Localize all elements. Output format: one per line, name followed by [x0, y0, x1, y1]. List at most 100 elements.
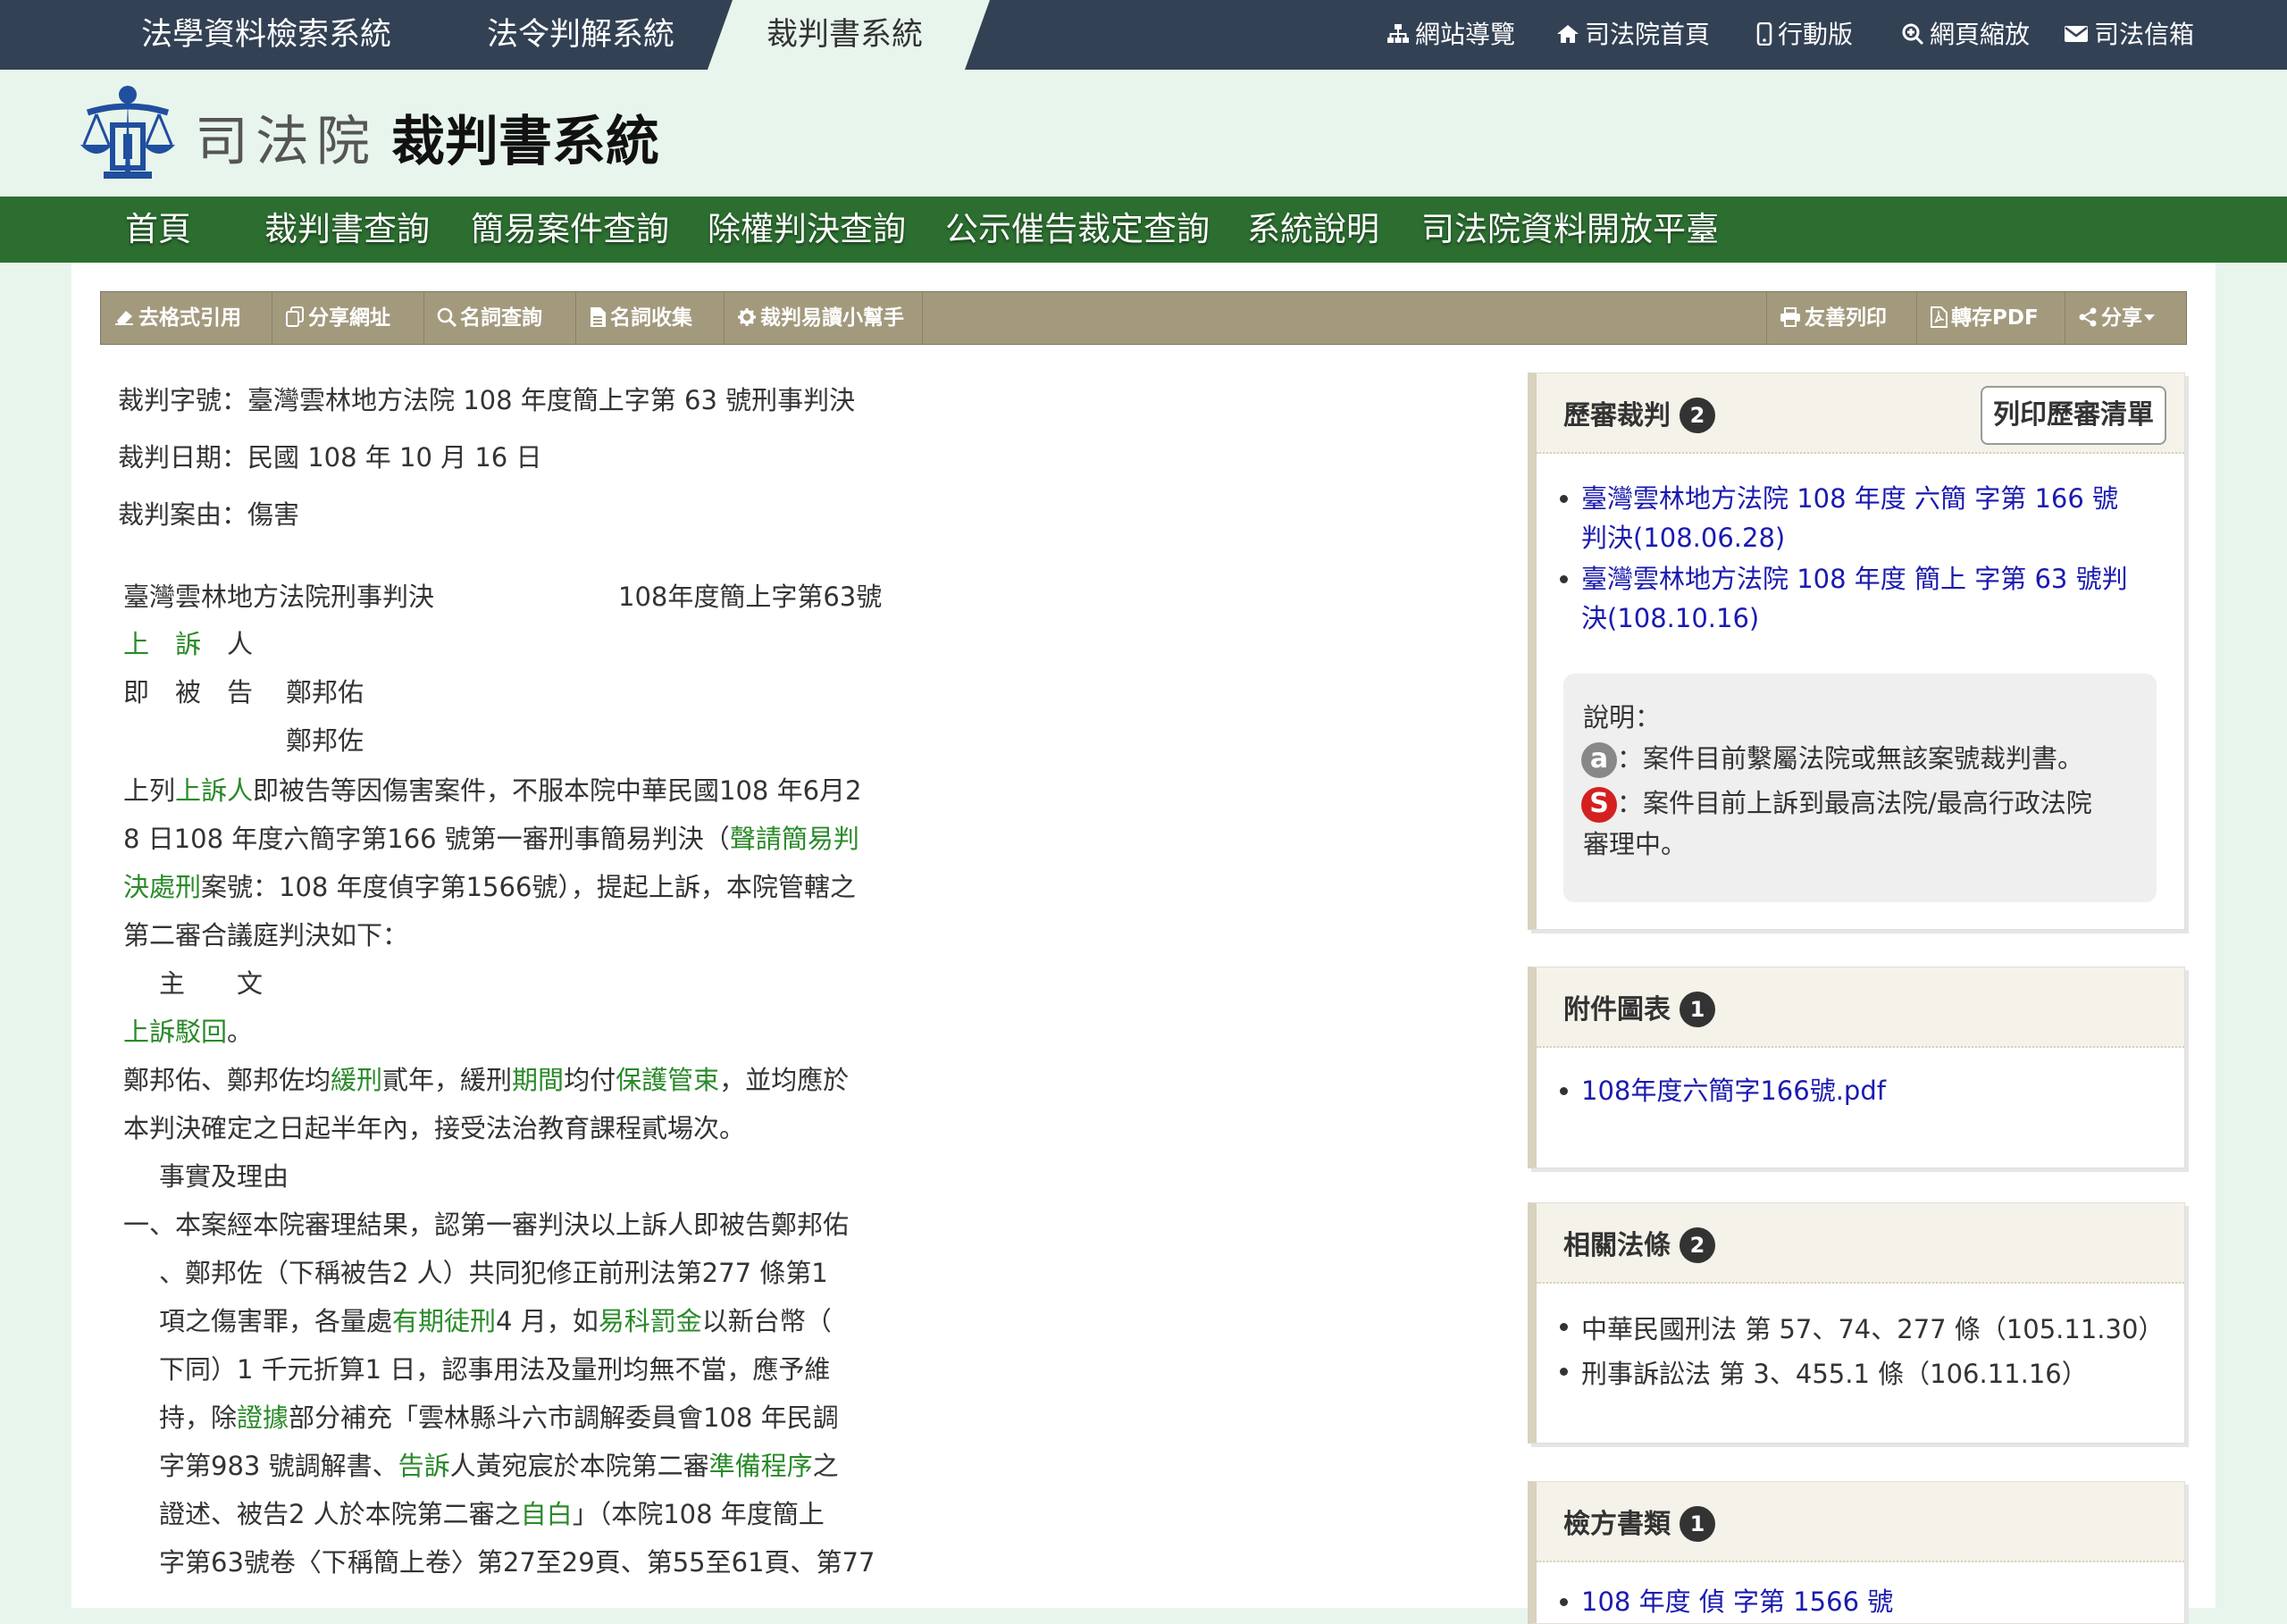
list-item[interactable]: 108年度六簡字166號.pdf [1537, 1071, 1886, 1110]
list-item[interactable]: 臺灣雲林地方法院 108 年度 六簡 字第 166 號判決(108.06.28) [1537, 479, 2162, 557]
term-fine-conversion[interactable]: 易科罰金 [599, 1306, 702, 1336]
related-laws-count-badge: 2 [1680, 1226, 1715, 1263]
facts-line-7: 證述、被告2 人於本院第二審之自白」（本院108 年度簡上 [159, 1496, 825, 1532]
tab-law-search[interactable]: 法學資料檢索系統 [141, 0, 391, 70]
body-line-1: 上列上訴人即被告等因傷害案件，不服本院中華民國108 年6月2 [123, 773, 862, 808]
indictment-link[interactable]: 108 年度 偵 字第 1566 號 [1581, 1586, 1893, 1617]
nav-system-help[interactable]: 系統說明 [1247, 197, 1379, 263]
ruling-line-3: 本判決確定之日起半年內，接受法治教育課程貳場次。 [123, 1113, 746, 1143]
judgment-cause: 裁判案由：傷害 [118, 499, 300, 530]
zoom-link[interactable]: 網頁縮放 [1901, 0, 2030, 70]
legend-s-line2: 審理中。 [1583, 829, 1688, 859]
text: 持，除 [159, 1402, 238, 1433]
related-laws-title: 相關法條 2 [1563, 1223, 1715, 1265]
attachments-card-header: 附件圖表 1 [1537, 967, 2184, 1048]
body-line-2: 8 日108 年度六簡字第166 號第一審刑事簡易判決（聲請簡易判 [123, 821, 859, 857]
term-preparatory-procedure[interactable]: 準備程序 [709, 1451, 813, 1481]
sitemap-link[interactable]: 網站導覽 [1386, 0, 1515, 70]
attachment-pdf-link[interactable]: 108年度六簡字166號.pdf [1581, 1076, 1886, 1106]
mobile-link[interactable]: 行動版 [1756, 0, 1853, 70]
term-complaint[interactable]: 告訴 [398, 1451, 450, 1481]
print-friendly-button[interactable]: 友善列印 [1766, 292, 1916, 344]
term-collect-button[interactable]: 名詞收集 [576, 292, 725, 344]
legend-note-box: 說明： a ：案件目前繫屬法院或無該案號裁判書。 S ：案件目前上訴到最高法院/最高… [1563, 674, 2157, 902]
history-title-text: 歷審裁判 [1563, 400, 1671, 431]
text: 臺灣雲林地方法院 108 年度 簡上 字第 63 號判 [1581, 564, 2128, 594]
law-criminal-procedure[interactable]: 刑事訴訟法 第 3、455.1 條（106.11.16） [1581, 1359, 2088, 1389]
text: ：案件目前繫屬法院或無該案號裁判書。 [1617, 743, 2084, 774]
term-summary-sentence[interactable]: 決處刑 [123, 872, 201, 902]
tab-judgments[interactable]: 裁判書系統 [767, 0, 923, 70]
nav-summary-case-search[interactable]: 簡易案件查詢 [471, 197, 669, 263]
term-confession[interactable]: 自白 [521, 1499, 573, 1529]
share-label: 分享 [2101, 306, 2142, 330]
list-item[interactable]: 中華民國刑法 第 57、74、277 條（105.11.30） [1537, 1307, 2164, 1352]
term-imprisonment[interactable]: 有期徒刑 [392, 1306, 496, 1336]
law-criminal-code[interactable]: 中華民國刑法 第 57、74、277 條（105.11.30） [1581, 1314, 2164, 1344]
term-appeal-dismissed[interactable]: 上訴駁回 [123, 1017, 227, 1047]
share-url-button[interactable]: 分享網址 [272, 292, 424, 344]
history-link-2[interactable]: 臺灣雲林地方法院 108 年度 簡上 字第 63 號判 決(108.10.16) [1581, 564, 2128, 633]
nav-open-data[interactable]: 司法院資料開放平臺 [1421, 197, 1719, 263]
prosecution-docs-list: 108 年度 偵 字第 1566 號 [1537, 1582, 1893, 1621]
judgment-number: 108年度簡上字第63號 [618, 582, 883, 612]
nav-exclusion-search[interactable]: 除權判決查詢 [708, 197, 906, 263]
term-appellant-inline[interactable]: 上訴人 [175, 775, 253, 806]
list-item[interactable]: 刑事訴訟法 第 3、455.1 條（106.11.16） [1537, 1352, 2164, 1396]
legend-s: S ：案件目前上訴到最高法院/最高行政法院 [1581, 783, 2092, 823]
prosecution-docs-card-header: 檢方書類 1 [1537, 1482, 2184, 1562]
history-title: 歷審裁判 2 [1563, 393, 1715, 435]
tab-regulations[interactable]: 法令判解系統 [487, 0, 674, 70]
facts-line-5: 持，除證據部分補充「雲林縣斗六市調解委員會108 年民調 [159, 1400, 839, 1436]
defendant-2: 鄭邦佐 [286, 725, 364, 756]
prosecution-docs-title: 檢方書類 1 [1563, 1502, 1715, 1544]
history-list: 臺灣雲林地方法院 108 年度 六簡 字第 166 號判決(108.06.28)… [1537, 479, 2162, 638]
share-icon [2079, 307, 2097, 326]
text: 字第983 號調解書、 [159, 1451, 398, 1481]
related-laws-title-text: 相關法條 [1563, 1230, 1671, 1261]
body-line-3: 決處刑案號：108 年度偵字第1566號），提起上訴，本院管轄之 [123, 869, 856, 905]
history-card: 歷審裁判 2 列印歷審清單 臺灣雲林地方法院 108 年度 六簡 字第 166 號… [1528, 373, 2185, 930]
legend-label: 說明： [1583, 702, 1662, 732]
caret-down-icon [2144, 314, 2155, 321]
nav-judgment-search[interactable]: 裁判書查詢 [264, 197, 430, 263]
facts-line-2: 、鄭邦佐（下稱被告2 人）共同犯修正前刑法第277 條第1 [159, 1258, 828, 1288]
text: 。 [227, 1017, 254, 1047]
body-line-4: 第二審合議庭判決如下： [123, 920, 409, 950]
facts-line-3: 項之傷害罪，各量處有期徒刑4 月，如易科罰金以新台幣（ [159, 1303, 832, 1339]
zoom-icon [1902, 23, 1924, 46]
eraser-icon [115, 310, 133, 325]
text: ，並均應於 [719, 1065, 850, 1095]
term-summary-request[interactable]: 聲請簡易判 [730, 824, 859, 854]
text: 部分補充「雲林縣斗六市調解委員會108 年民調 [289, 1402, 839, 1433]
ruling-line-1: 上訴駁回。 [123, 1014, 253, 1050]
share-dropdown-button[interactable]: 分享 [2065, 292, 2184, 344]
nav-public-notice-search[interactable]: 公示催告裁定查詢 [945, 197, 1210, 263]
list-item[interactable]: 108 年度 偵 字第 1566 號 [1537, 1582, 1893, 1621]
system-title: 裁判書系統 [391, 111, 659, 173]
term-protective-supervision[interactable]: 保護管束 [616, 1065, 719, 1095]
export-pdf-button[interactable]: 轉存PDF [1916, 292, 2065, 344]
judicial-home-label: 司法院首頁 [1585, 20, 1711, 49]
print-history-button[interactable]: 列印歷審清單 [1981, 386, 2166, 445]
plain-cite-button[interactable]: 去格式引用 [101, 292, 272, 344]
ruling-line-2: 鄭邦佑、鄭邦佐均緩刑貳年，緩刑期間均付保護管束，並均應於 [123, 1062, 849, 1098]
mail-link[interactable]: 司法信箱 [2064, 0, 2194, 70]
mail-icon [2065, 26, 2088, 42]
nav-home[interactable]: 首頁 [125, 197, 191, 263]
term-lookup-button[interactable]: 名詞查詢 [424, 292, 576, 344]
judicial-home-link[interactable]: 司法院首頁 [1556, 0, 1710, 70]
term-period[interactable]: 期間 [512, 1065, 564, 1095]
judicial-yuan-logo-icon[interactable] [79, 82, 177, 186]
term-probation[interactable]: 緩刑 [331, 1065, 382, 1095]
printer-icon [1780, 306, 1800, 327]
reading-helper-button[interactable]: 裁判易讀小幫手 [725, 292, 923, 344]
term-appellant[interactable]: 上 訴 [123, 629, 201, 659]
term-evidence[interactable]: 證據 [237, 1402, 289, 1433]
history-link-1[interactable]: 臺灣雲林地方法院 108 年度 六簡 字第 166 號判決(108.06.28) [1581, 483, 2118, 553]
text: 」（本院108 年度簡上 [572, 1499, 825, 1529]
text: 項之傷害罪，各量處 [159, 1306, 393, 1336]
org-name: 司法院 [195, 111, 377, 173]
list-item[interactable]: 臺灣雲林地方法院 108 年度 簡上 字第 63 號判 決(108.10.16) [1537, 559, 2162, 638]
facts-line-6: 字第983 號調解書、告訴人黃宛宸於本院第二審準備程序之 [159, 1448, 839, 1484]
